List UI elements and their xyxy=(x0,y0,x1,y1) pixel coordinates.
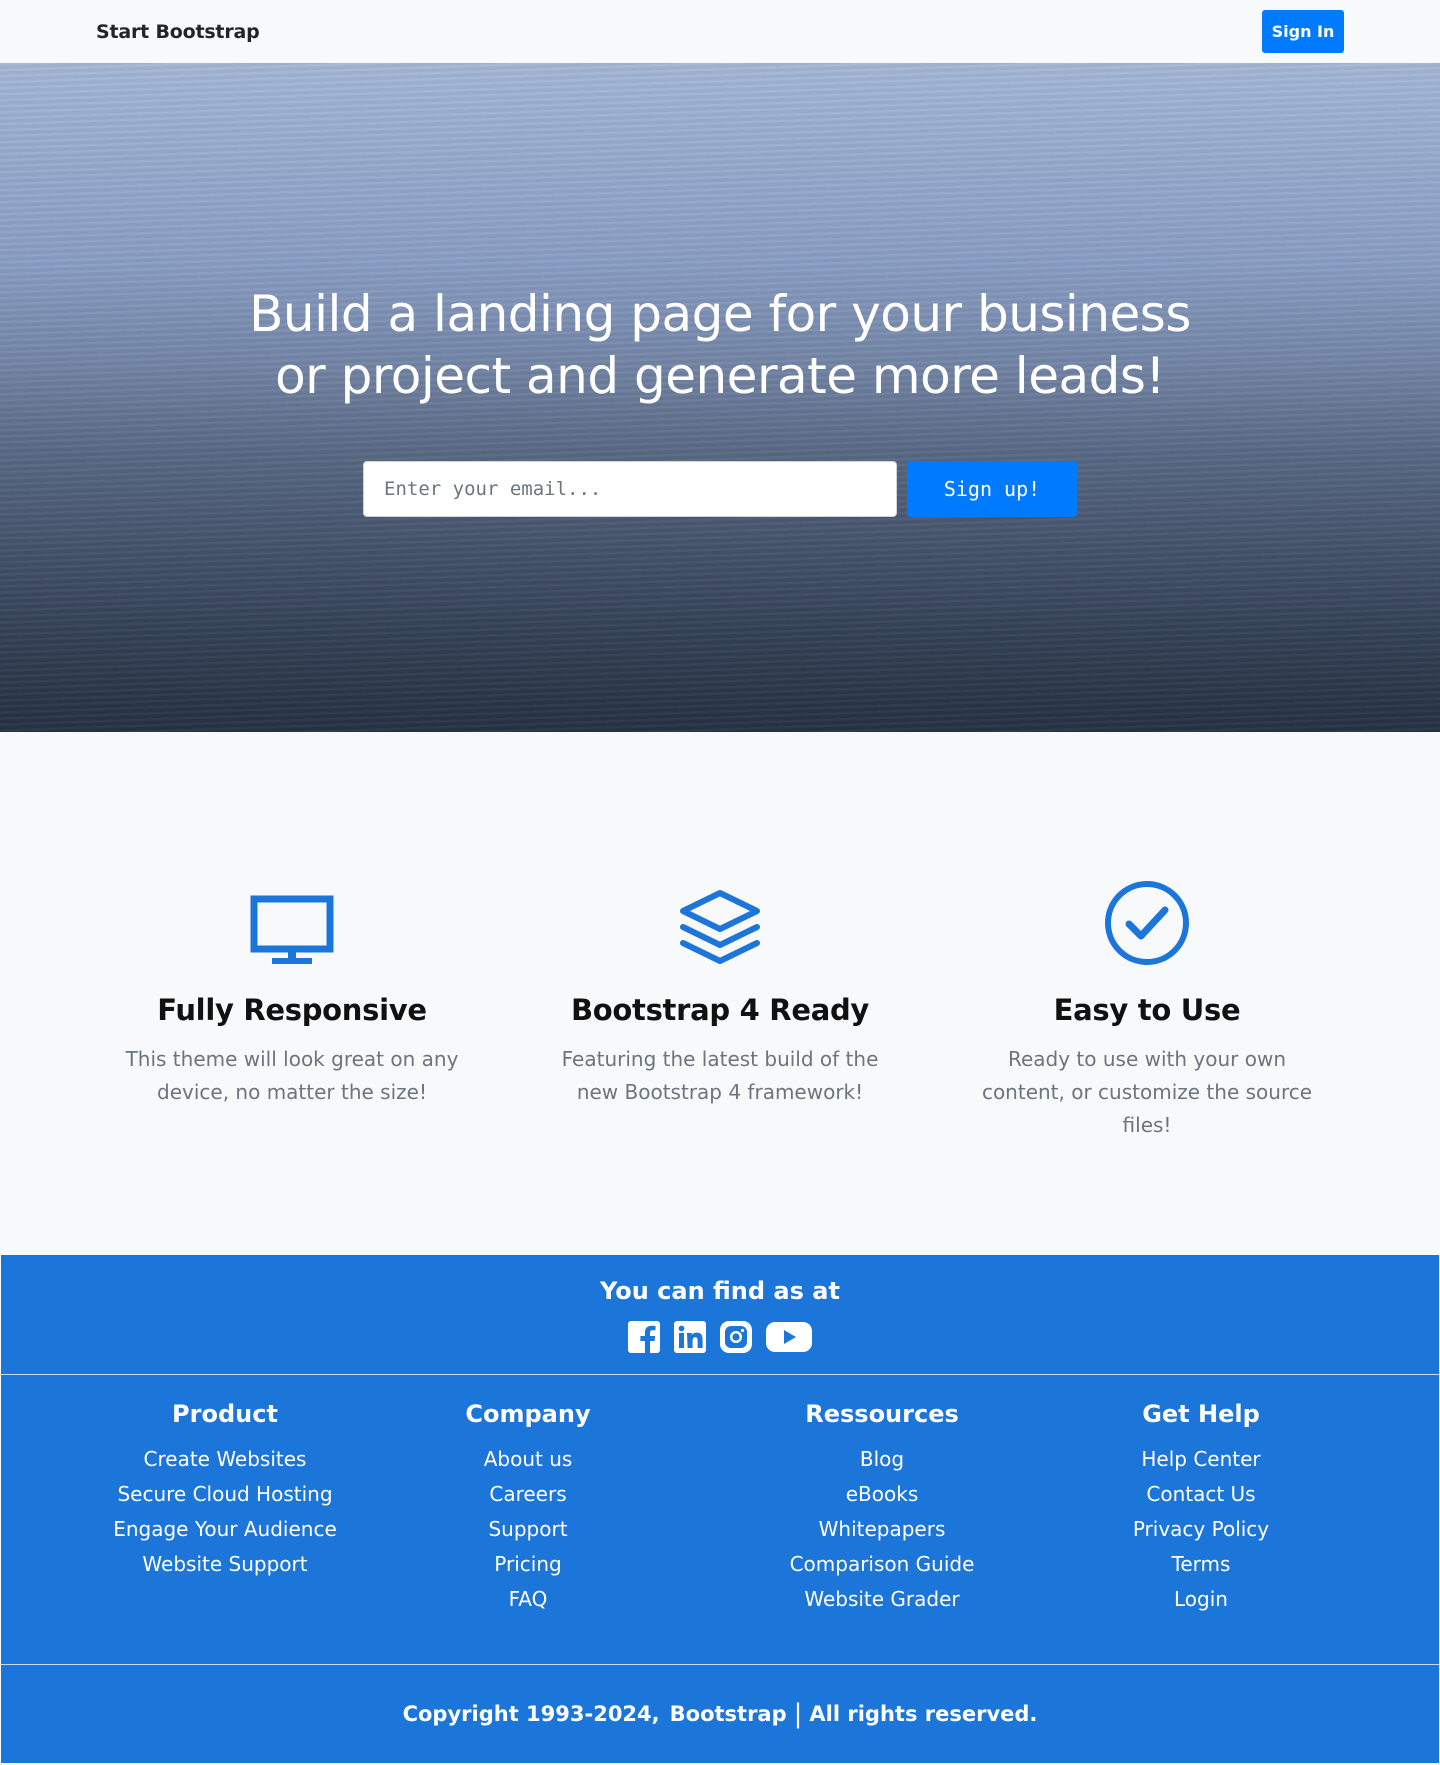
copyright-brand: Bootstrap xyxy=(669,1702,787,1726)
site-footer: You can find as at Product Create Websit… xyxy=(1,1255,1439,1763)
feature-description: This theme will look great on any device… xyxy=(125,1047,459,1104)
check-circle-icon xyxy=(1105,881,1189,965)
copyright-text: Copyright 1993-2024, xyxy=(402,1702,660,1726)
footer-link[interactable]: FAQ xyxy=(378,1582,678,1617)
sign-up-button[interactable]: Sign up! xyxy=(907,461,1077,517)
social-section-title: You can find as at xyxy=(600,1277,840,1305)
footer-column-company: Company About us Careers Support Pricing… xyxy=(378,1400,678,1617)
signup-form: Sign up! xyxy=(363,461,1077,517)
hero-title: Build a landing page for your business o… xyxy=(0,283,1440,407)
copyright-separator: | xyxy=(793,1699,803,1729)
top-navbar: Start Bootstrap Sign In xyxy=(0,0,1440,63)
instagram-icon[interactable] xyxy=(719,1320,753,1354)
footer-link[interactable]: Pricing xyxy=(378,1547,678,1582)
footer-column-title: Company xyxy=(465,1400,591,1428)
footer-link[interactable]: Website Support xyxy=(75,1547,375,1582)
footer-link[interactable]: Privacy Policy xyxy=(1051,1512,1351,1547)
linkedin-icon[interactable] xyxy=(673,1320,707,1354)
features-section: Fully Responsive This theme will look gr… xyxy=(0,732,1440,1255)
desktop-monitor-icon xyxy=(250,895,334,964)
footer-column-title: Get Help xyxy=(1142,1400,1260,1428)
footer-link[interactable]: Help Center xyxy=(1051,1442,1351,1477)
footer-link[interactable]: Careers xyxy=(378,1477,678,1512)
footer-link[interactable]: Engage Your Audience xyxy=(75,1512,375,1547)
feature-title: Fully Responsive xyxy=(157,993,427,1027)
hero-section: Build a landing page for your business o… xyxy=(0,63,1440,732)
footer-link[interactable]: About us xyxy=(378,1442,678,1477)
footer-column-get-help: Get Help Help Center Contact Us Privacy … xyxy=(1051,1400,1351,1617)
footer-column-title: Ressources xyxy=(805,1400,959,1428)
hero-title-line-2: or project and generate more leads! xyxy=(275,347,1165,405)
footer-column-product: Product Create Websites Secure Cloud Hos… xyxy=(75,1400,375,1582)
footer-column-resources: Ressources Blog eBooks Whitepapers Compa… xyxy=(732,1400,1032,1617)
footer-link[interactable]: Comparison Guide xyxy=(732,1547,1032,1582)
footer-link[interactable]: Create Websites xyxy=(75,1442,375,1477)
social-links xyxy=(1,1320,1439,1354)
social-section: You can find as at xyxy=(1,1255,1439,1375)
footer-link[interactable]: eBooks xyxy=(732,1477,1032,1512)
copyright-bar: Copyright 1993-2024, Bootstrap | All rig… xyxy=(1,1665,1439,1763)
footer-link[interactable]: Whitepapers xyxy=(732,1512,1032,1547)
facebook-icon[interactable] xyxy=(627,1320,661,1354)
footer-link[interactable]: Secure Cloud Hosting xyxy=(75,1477,375,1512)
feature-description: Ready to use with your own content, or c… xyxy=(981,1047,1313,1137)
footer-link[interactable]: Terms xyxy=(1051,1547,1351,1582)
feature-title: Bootstrap 4 Ready xyxy=(570,993,870,1027)
footer-link[interactable]: Support xyxy=(378,1512,678,1547)
layers-icon xyxy=(680,890,760,964)
footer-link[interactable]: Contact Us xyxy=(1051,1477,1351,1512)
footer-column-title: Product xyxy=(172,1400,278,1428)
feature-bootstrap-ready: Bootstrap 4 Ready Featuring the latest b… xyxy=(520,877,920,1109)
copyright-rights: All rights reserved. xyxy=(809,1702,1038,1726)
footer-link[interactable]: Blog xyxy=(732,1442,1032,1477)
sign-in-button[interactable]: Sign In xyxy=(1262,10,1344,53)
email-input[interactable] xyxy=(363,461,897,517)
feature-title: Easy to Use xyxy=(1053,993,1241,1027)
feature-description: Featuring the latest build of the new Bo… xyxy=(561,1047,879,1104)
footer-link[interactable]: Website Grader xyxy=(732,1582,1032,1617)
hero-title-line-1: Build a landing page for your business xyxy=(249,285,1191,343)
feature-easy-to-use: Easy to Use Ready to use with your own c… xyxy=(947,877,1347,1142)
footer-link[interactable]: Login xyxy=(1051,1582,1351,1617)
feature-fully-responsive: Fully Responsive This theme will look gr… xyxy=(92,877,492,1109)
youtube-icon[interactable] xyxy=(765,1320,813,1354)
brand-logo-text[interactable]: Start Bootstrap xyxy=(96,21,260,43)
footer-link-columns: Product Create Websites Secure Cloud Hos… xyxy=(1,1376,1439,1665)
